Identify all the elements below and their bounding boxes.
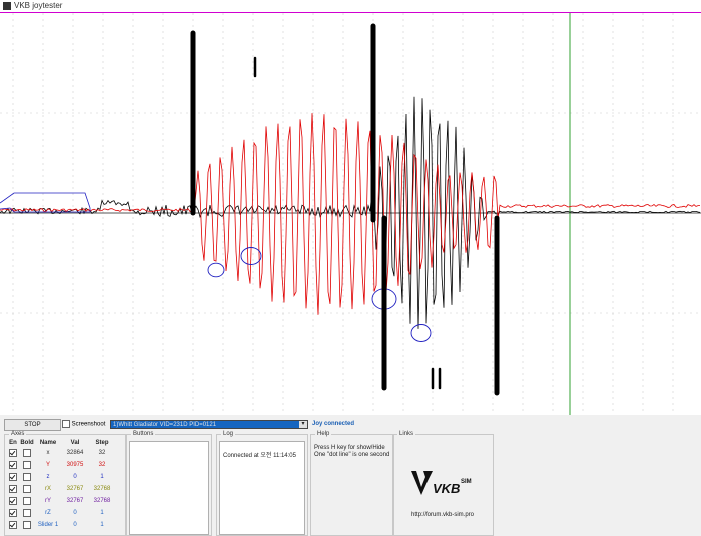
axis-enable-cell [8, 459, 18, 471]
axis-bold-cell [18, 495, 36, 507]
axis-enable-checkbox[interactable] [9, 509, 17, 517]
axis-name: rZ [45, 510, 51, 516]
help-group: Help Press H key for show/Hide One "dot … [310, 431, 394, 536]
axis-value: 32767 [66, 498, 84, 504]
signal-plot [0, 13, 701, 415]
plot-canvas [0, 13, 701, 415]
connection-status: Joy connected [312, 421, 355, 427]
forum-link[interactable]: http://forum.vkb-sim.pro [411, 512, 474, 518]
axis-name: Y [45, 462, 50, 468]
axis-bold-checkbox[interactable] [23, 521, 31, 529]
axis-step: 32 [98, 462, 106, 468]
axes-header-en: En [9, 439, 17, 446]
axis-row: rZ 0 1 [8, 507, 114, 519]
axis-enable-checkbox[interactable] [9, 521, 17, 529]
axis-value: 0 [73, 510, 77, 516]
vkb-logo[interactable]: VKB SIM [409, 465, 479, 505]
axis-enable-cell [8, 507, 18, 519]
axis-bold-cell [18, 447, 36, 459]
axis-name: x [46, 450, 50, 456]
axis-enable-cell [8, 495, 18, 507]
axis-name: z [46, 474, 50, 480]
axis-bold-checkbox[interactable] [23, 473, 31, 481]
blue-circle-mark [207, 262, 225, 278]
axis-row: rY 32767 32768 [8, 495, 114, 507]
axis-row: Y 30975 32 [8, 459, 114, 471]
axis-enable-cell [8, 471, 18, 483]
buttons-group-label: Buttons [131, 431, 156, 437]
device-dropdown-value: 1)Whitt Gladiator VID=231D PID=0121 [113, 422, 217, 428]
axis-enable-checkbox[interactable] [9, 473, 17, 481]
axis-name: rX [45, 486, 51, 492]
app-icon [3, 2, 11, 10]
axis-bold-cell [18, 519, 36, 531]
log-group-label: Log [221, 431, 236, 437]
window-title: VKB joytester [14, 1, 63, 10]
chevron-down-icon[interactable]: ▾ [299, 421, 307, 428]
axis-enable-checkbox[interactable] [9, 485, 17, 493]
axis-value: 32767 [66, 486, 84, 492]
axis-bold-checkbox[interactable] [23, 485, 31, 493]
buttons-display [129, 441, 209, 535]
vkb-logo-text: VKB [433, 481, 461, 496]
axis-row: x 32864 32 [8, 447, 114, 459]
links-group: Links VKB SIM http://forum.vkb-sim.pro [392, 431, 494, 536]
axes-header-step: Step [95, 439, 109, 446]
axes-header-name: Name [39, 439, 57, 446]
axis-bold-checkbox[interactable] [23, 509, 31, 517]
axis-value: 0 [73, 522, 77, 528]
title-bar: VKB joytester [0, 0, 701, 13]
axes-group-label: Axes [9, 431, 27, 437]
axis-bold-cell [18, 471, 36, 483]
axis-step: 32768 [93, 486, 111, 492]
vkb-logo-superscript: SIM [461, 479, 472, 485]
axis-enable-checkbox[interactable] [9, 497, 17, 505]
axis-enable-cell [8, 483, 18, 495]
axis-step: 1 [100, 474, 104, 480]
axis-bold-checkbox[interactable] [23, 497, 31, 505]
axes-header-val: Val [70, 439, 80, 446]
axis-step: 1 [100, 510, 104, 516]
log-group: Log Connected at 오전 11:14:05 [216, 431, 308, 536]
log-entry: Connected at 오전 11:14:05 [223, 453, 296, 459]
help-text-1: Press H key for show/Hide [314, 445, 385, 451]
axis-step: 32 [98, 450, 106, 456]
axis-bold-cell [18, 507, 36, 519]
help-text-2: One "dot line" is one second [314, 452, 390, 458]
screenshot-option[interactable]: Screenshoot [62, 420, 105, 428]
axis-bold-cell [18, 459, 36, 471]
axes-header-bold: Bold [20, 439, 34, 446]
device-dropdown[interactable]: 1)Whitt Gladiator VID=231D PID=0121 ▾ [110, 420, 308, 429]
axis-value: 30975 [66, 462, 84, 468]
screenshot-checkbox[interactable] [62, 420, 70, 428]
axis-name: rY [45, 498, 51, 504]
axis-enable-cell [8, 447, 18, 459]
buttons-group: Buttons [126, 431, 212, 536]
axis-row: z 0 1 [8, 471, 114, 483]
axis-row: Slider 1 0 1 [8, 519, 114, 531]
help-group-label: Help [315, 431, 332, 437]
axis-bold-cell [18, 483, 36, 495]
screenshot-label: Screenshoot [71, 421, 106, 428]
blue-circle-mark [410, 324, 432, 342]
axes-table: En Bold Name Val Step x 32864 32 Y 30975 32 z 0… [8, 438, 114, 531]
links-group-label: Links [397, 431, 416, 437]
axis-enable-cell [8, 519, 18, 531]
axis-step: 32768 [93, 498, 111, 504]
axis-bold-checkbox[interactable] [23, 461, 31, 469]
axis-name: Slider 1 [37, 522, 59, 528]
axis-enable-checkbox[interactable] [9, 449, 17, 457]
stop-button[interactable]: STOP [4, 419, 61, 431]
axis-step: 1 [100, 522, 104, 528]
axis-enable-checkbox[interactable] [9, 461, 17, 469]
plot-grid [0, 13, 701, 415]
log-area: Connected at 오전 11:14:05 [219, 441, 305, 535]
axis-value: 32864 [66, 450, 84, 456]
axis-value: 0 [73, 474, 77, 480]
axis-bold-checkbox[interactable] [23, 449, 31, 457]
axis-row: rX 32767 32768 [8, 483, 114, 495]
